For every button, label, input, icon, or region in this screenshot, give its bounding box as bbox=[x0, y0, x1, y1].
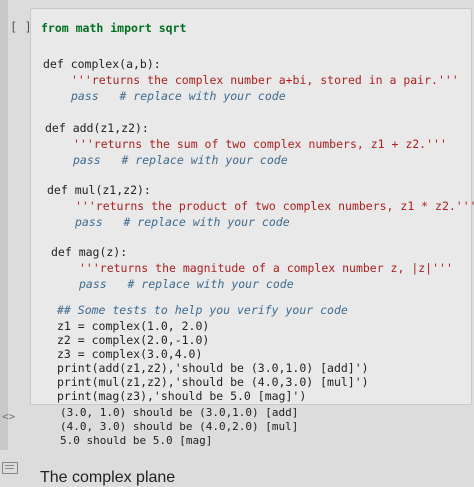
cell-prompt: [ ] bbox=[10, 20, 32, 34]
output-line: (4.0, 3.0) should be (4.0,2.0) [mul] bbox=[60, 420, 299, 433]
code-text: z1 = complex(1.0, 2.0) bbox=[57, 319, 210, 333]
code-text: print(add(z1,z2),'should be (3.0,1.0) [a… bbox=[57, 361, 369, 375]
code-text: '''returns the complex number a+bi, stor… bbox=[71, 73, 459, 87]
cell-selection-bar[interactable] bbox=[0, 0, 8, 450]
code-text: z2 = complex(2.0,-1.0) bbox=[57, 333, 210, 347]
code-line-pass: pass # replace with your code bbox=[75, 215, 290, 229]
output-line: (3.0, 1.0) should be (3.0,1.0) [add] bbox=[60, 406, 299, 419]
code-text: pass # replace with your code bbox=[71, 89, 286, 103]
docstring-complex: '''returns the complex number a+bi, stor… bbox=[71, 73, 459, 87]
code-text: pass # replace with your code bbox=[79, 277, 294, 291]
code-cell-input[interactable]: from math import sqrt def complex(a,b): … bbox=[30, 8, 474, 405]
code-line-print-mag: print(mag(z3),'should be 5.0 [mag]') bbox=[57, 389, 306, 403]
code-line-def-add: def add(z1,z2): bbox=[45, 121, 149, 135]
code-text: pass # replace with your code bbox=[75, 215, 290, 229]
code-text: '''returns the magnitude of a complex nu… bbox=[79, 261, 453, 275]
markdown-heading: The complex plane bbox=[40, 469, 176, 486]
code-text: '''returns the sum of two complex number… bbox=[73, 137, 447, 151]
code-line-def-mag: def mag(z): bbox=[51, 245, 127, 259]
markdown-cell-icon[interactable] bbox=[2, 462, 18, 474]
output-prompt-icon[interactable]: <> bbox=[2, 410, 15, 423]
code-line-z2: z2 = complex(2.0,-1.0) bbox=[57, 333, 209, 347]
code-comment-tests: ## Some tests to help you verify your co… bbox=[57, 303, 348, 317]
code-text: '''returns the product of two complex nu… bbox=[75, 199, 474, 213]
code-text: print(mul(z1,z2),'should be (4.0,3.0) [m… bbox=[57, 375, 369, 389]
code-line-print-add: print(add(z1,z2),'should be (3.0,1.0) [a… bbox=[57, 361, 369, 375]
docstring-mul: '''returns the product of two complex nu… bbox=[75, 199, 474, 213]
code-text: def mul(z1,z2): bbox=[47, 183, 151, 197]
code-text: def complex(a,b): bbox=[43, 57, 161, 71]
code-line-def-complex: def complex(a,b): bbox=[43, 57, 161, 71]
code-line-import: from math import sqrt bbox=[41, 21, 186, 35]
code-line-pass: pass # replace with your code bbox=[79, 277, 294, 291]
code-text: from math import sqrt bbox=[41, 21, 187, 35]
code-line-pass: pass # replace with your code bbox=[71, 89, 286, 103]
notebook-page: [ ] from math import sqrt def complex(a,… bbox=[0, 0, 474, 486]
code-line-pass: pass # replace with your code bbox=[73, 153, 288, 167]
docstring-add: '''returns the sum of two complex number… bbox=[73, 137, 447, 151]
code-line-z3: z3 = complex(3.0,4.0) bbox=[57, 347, 202, 361]
code-text: print(mag(z3),'should be 5.0 [mag]') bbox=[57, 389, 307, 403]
code-text: ## Some tests to help you verify your co… bbox=[57, 303, 348, 317]
output-line: 5.0 should be 5.0 [mag] bbox=[60, 434, 213, 447]
code-text: def mag(z): bbox=[51, 245, 128, 259]
code-text: pass # replace with your code bbox=[73, 153, 288, 167]
code-line-def-mul: def mul(z1,z2): bbox=[47, 183, 151, 197]
code-line-z1: z1 = complex(1.0, 2.0) bbox=[57, 319, 209, 333]
code-text: z3 = complex(3.0,4.0) bbox=[57, 347, 203, 361]
code-text: def add(z1,z2): bbox=[45, 121, 149, 135]
docstring-mag: '''returns the magnitude of a complex nu… bbox=[79, 261, 453, 275]
cell-output: (3.0, 1.0) should be (3.0,1.0) [add] (4.… bbox=[52, 404, 452, 452]
code-line-print-mul: print(mul(z1,z2),'should be (4.0,3.0) [m… bbox=[57, 375, 369, 389]
